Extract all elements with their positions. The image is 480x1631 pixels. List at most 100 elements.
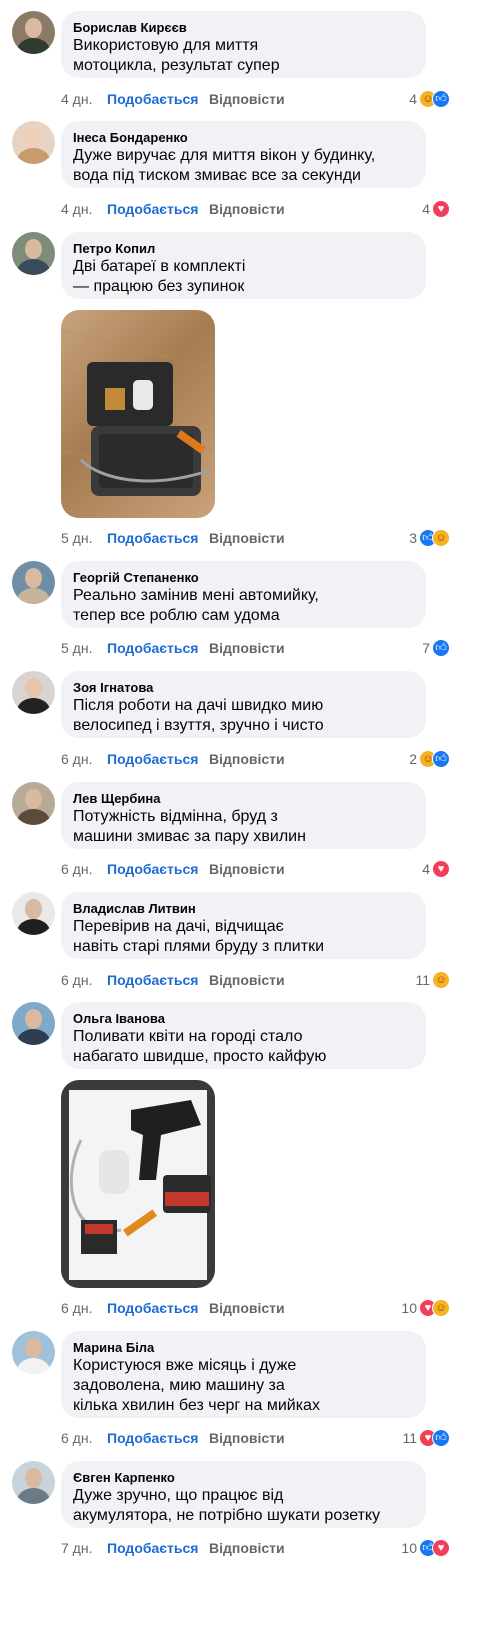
comment-author[interactable]: Ольга Іванова — [73, 1010, 414, 1027]
reaction-summary[interactable]: 11 ☺ — [415, 970, 450, 990]
reaction-summary[interactable]: 4 ♥ — [422, 859, 450, 879]
timestamp[interactable]: 6 дн. — [61, 859, 92, 879]
like-button[interactable]: Подобається — [107, 1298, 198, 1318]
care-icon: ☺ — [432, 971, 450, 989]
reply-button[interactable]: Відповісти — [209, 199, 285, 219]
comment-bubble: Зоя Ігнатова Після роботи на дачі швидко… — [61, 671, 426, 738]
like-button[interactable]: Подобається — [107, 859, 198, 879]
comment-author[interactable]: Лев Щербина — [73, 790, 414, 807]
reaction-summary[interactable]: 2 ☺ 👍︎ — [409, 749, 450, 769]
avatar[interactable] — [12, 1331, 55, 1374]
photo-case-with-pressure-washer[interactable] — [61, 310, 215, 518]
comment-author[interactable]: Петро Копил — [73, 240, 414, 257]
care-icon: ☺ — [432, 1299, 450, 1317]
comment-text-line: Використовую для миття — [73, 37, 259, 54]
photo-washer-kit-with-batteries[interactable] — [61, 1080, 215, 1288]
comment-author[interactable]: Інеса Бондаренко — [73, 129, 414, 146]
avatar[interactable] — [12, 1461, 55, 1504]
reaction-summary[interactable]: 3 👍︎ ☺ — [409, 528, 450, 548]
avatar[interactable] — [12, 121, 55, 164]
reaction-count: 11 — [415, 972, 430, 988]
comment-bubble: Марина Біла Користуюся вже місяць і дуже… — [61, 1331, 426, 1418]
comment-text-line: акумулятора, не потрібно шукати розетку — [73, 1507, 381, 1524]
avatar[interactable] — [12, 892, 55, 935]
reaction-count: 7 — [422, 640, 430, 656]
reply-button[interactable]: Відповісти — [209, 970, 285, 990]
comment-text-line: навіть старі плями бруду з плитки — [73, 938, 325, 955]
avatar[interactable] — [12, 11, 55, 54]
love-icon: ♥ — [432, 200, 450, 218]
timestamp[interactable]: 4 дн. — [61, 89, 92, 109]
care-icon: ☺ — [432, 529, 450, 547]
reaction-count: 10 — [401, 1540, 417, 1556]
comment-text-line: Дві батареї в комплекті — [73, 258, 246, 275]
comment-author[interactable]: Євген Карпенко — [73, 1469, 414, 1486]
comment-author[interactable]: Борислав Кирєєв — [73, 19, 414, 36]
comment-text-line: Потужність відмінна, бруд з — [73, 808, 278, 825]
reaction-summary[interactable]: 7 👍︎ — [422, 638, 450, 658]
comment-text-line: задоволена, мию машину за — [73, 1377, 285, 1394]
comment-text-line: набагато швидше, просто кайфую — [73, 1048, 327, 1065]
avatar[interactable] — [12, 671, 55, 714]
like-button[interactable]: Подобається — [107, 749, 198, 769]
comment-text-line: кілька хвилин без черг на мийках — [73, 1397, 320, 1414]
timestamp[interactable]: 6 дн. — [61, 970, 92, 990]
reply-button[interactable]: Відповісти — [209, 638, 285, 658]
comment-bubble: Лев Щербина Потужність відмінна, бруд з … — [61, 782, 426, 849]
love-icon: ♥ — [432, 860, 450, 878]
comment-author[interactable]: Владислав Литвин — [73, 900, 414, 917]
comment-text-line: тепер все роблю сам удома — [73, 607, 280, 624]
comment-author[interactable]: Зоя Ігнатова — [73, 679, 414, 696]
reply-button[interactable]: Відповісти — [209, 1538, 285, 1558]
reply-button[interactable]: Відповісти — [209, 528, 285, 548]
avatar[interactable] — [12, 1002, 55, 1045]
like-button[interactable]: Подобається — [107, 89, 198, 109]
comment-text-line: вода під тиском змиває все за секунди — [73, 167, 361, 184]
avatar[interactable] — [12, 561, 55, 604]
reaction-summary[interactable]: 4 ☺ 👍︎ — [409, 89, 450, 109]
reaction-summary[interactable]: 4 ♥ — [422, 199, 450, 219]
comment-text-line: мотоцикла, результат супер — [73, 57, 280, 74]
reaction-count: 4 — [409, 91, 417, 107]
reply-button[interactable]: Відповісти — [209, 749, 285, 769]
comment-bubble: Петро Копил Дві батареї в комплекті — пр… — [61, 232, 426, 299]
like-button[interactable]: Подобається — [107, 528, 198, 548]
reply-button[interactable]: Відповісти — [209, 859, 285, 879]
comment-bubble: Борислав Кирєєв Використовую для миття м… — [61, 11, 426, 78]
comment-author[interactable]: Марина Біла — [73, 1339, 414, 1356]
comment-bubble: Георгій Степаненко Реально замінив мені … — [61, 561, 426, 628]
reaction-summary[interactable]: 10 👍︎ ♥ — [401, 1538, 450, 1558]
comment-author[interactable]: Георгій Степаненко — [73, 569, 414, 586]
like-button[interactable]: Подобається — [107, 638, 198, 658]
comment-text-line: Після роботи на дачі швидко мию — [73, 697, 324, 714]
reaction-count: 10 — [401, 1300, 417, 1316]
reaction-summary[interactable]: 11 ♥ 👍︎ — [402, 1428, 450, 1448]
comment-bubble: Ольга Іванова Поливати квіти на городі с… — [61, 1002, 426, 1069]
love-icon: ♥ — [432, 1539, 450, 1557]
timestamp[interactable]: 5 дн. — [61, 528, 92, 548]
timestamp[interactable]: 7 дн. — [61, 1538, 92, 1558]
timestamp[interactable]: 6 дн. — [61, 1298, 92, 1318]
like-button[interactable]: Подобається — [107, 970, 198, 990]
comment-text-line: Перевірив на дачі, відчищає — [73, 918, 284, 935]
reaction-summary[interactable]: 10 ♥ ☺ — [401, 1298, 450, 1318]
avatar[interactable] — [12, 782, 55, 825]
comment-text-line: велосипед і взуття, зручно і чисто — [73, 717, 324, 734]
comment-text-line: машини змиває за пару хвилин — [73, 828, 306, 845]
like-button[interactable]: Подобається — [107, 1538, 198, 1558]
timestamp[interactable]: 6 дн. — [61, 1428, 92, 1448]
like-icon: 👍︎ — [432, 90, 450, 108]
like-button[interactable]: Подобається — [107, 1428, 198, 1448]
timestamp[interactable]: 5 дн. — [61, 638, 92, 658]
reaction-count: 4 — [422, 861, 430, 877]
reply-button[interactable]: Відповісти — [209, 89, 285, 109]
reply-button[interactable]: Відповісти — [209, 1298, 285, 1318]
reply-button[interactable]: Відповісти — [209, 1428, 285, 1448]
reaction-count: 11 — [402, 1430, 417, 1446]
like-icon: 👍︎ — [432, 750, 450, 768]
comment-text-line: Дуже зручно, що працює від — [73, 1487, 284, 1504]
timestamp[interactable]: 6 дн. — [61, 749, 92, 769]
timestamp[interactable]: 4 дн. — [61, 199, 92, 219]
like-button[interactable]: Подобається — [107, 199, 198, 219]
avatar[interactable] — [12, 232, 55, 275]
